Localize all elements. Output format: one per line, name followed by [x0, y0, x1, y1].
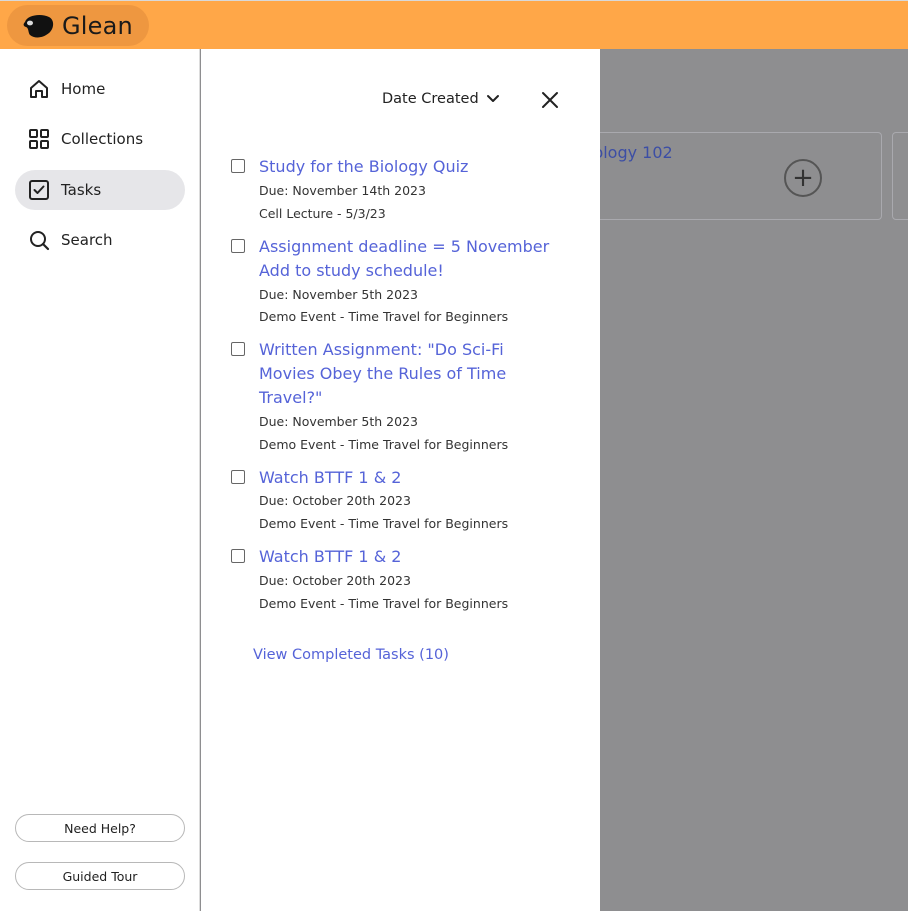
- brand-name: Glean: [62, 11, 133, 40]
- task-checkbox[interactable]: [231, 549, 245, 563]
- checkbox-icon: [29, 180, 49, 200]
- grid-icon: [29, 129, 49, 149]
- glean-blob-icon: [23, 14, 54, 37]
- sidebar-item-label: Home: [61, 80, 106, 98]
- add-icon[interactable]: +: [784, 159, 822, 197]
- guided-tour-button[interactable]: Guided Tour: [15, 862, 185, 890]
- chevron-down-icon: [486, 95, 499, 102]
- sidebar-item-collections[interactable]: Collections: [15, 119, 185, 159]
- collection-card[interactable]: iology 102 +: [556, 132, 882, 220]
- task-source: Demo Event - Time Travel for Beginners: [259, 516, 509, 531]
- task-source: Demo Event - Time Travel for Beginners: [259, 309, 509, 324]
- view-completed-tasks-link[interactable]: View Completed Tasks (10): [253, 647, 449, 663]
- top-bar: Glean: [0, 0, 908, 49]
- task-title[interactable]: Study for the Biology Quiz: [259, 155, 559, 179]
- collection-card-partial[interactable]: [892, 132, 908, 220]
- task-checkbox[interactable]: [231, 342, 245, 356]
- need-help-button[interactable]: Need Help?: [15, 814, 185, 842]
- task-title[interactable]: Assignment deadline = 5 November Add to …: [259, 235, 559, 283]
- task-source: Demo Event - Time Travel for Beginners: [259, 437, 509, 452]
- task-due-date: Due: November 5th 2023: [259, 287, 418, 302]
- task-due-date: Due: October 20th 2023: [259, 493, 411, 508]
- sidebar-item-home[interactable]: Home: [15, 69, 185, 109]
- task-title[interactable]: Written Assignment: "Do Sci-Fi Movies Ob…: [259, 338, 534, 410]
- sidebar-item-label: Search: [61, 231, 113, 249]
- task-checkbox[interactable]: [231, 470, 245, 484]
- glean-logo[interactable]: Glean: [7, 5, 149, 46]
- sidebar-item-label: Tasks: [61, 181, 102, 199]
- task-title[interactable]: Watch BTTF 1 & 2: [259, 466, 559, 490]
- search-icon: [30, 231, 50, 251]
- sidebar: Home Collections Tasks Search Need Help?…: [0, 49, 200, 911]
- sort-dropdown[interactable]: Date Created: [382, 91, 500, 107]
- tasks-panel: Date Created Study for the Biology Quiz …: [201, 49, 600, 911]
- task-title[interactable]: Watch BTTF 1 & 2: [259, 545, 559, 569]
- sidebar-item-tasks[interactable]: Tasks: [15, 170, 185, 210]
- task-due-date: Due: November 5th 2023: [259, 414, 418, 429]
- sidebar-item-label: Collections: [61, 130, 144, 148]
- sort-label: Date Created: [382, 91, 479, 107]
- home-icon: [30, 80, 48, 98]
- task-checkbox[interactable]: [231, 159, 245, 173]
- task-due-date: Due: November 14th 2023: [259, 183, 426, 198]
- task-source: Cell Lecture - 5/3/23: [259, 206, 386, 221]
- close-icon[interactable]: [539, 89, 561, 111]
- task-source: Demo Event - Time Travel for Beginners: [259, 596, 509, 611]
- task-due-date: Due: October 20th 2023: [259, 573, 411, 588]
- collection-card-title: iology 102: [589, 143, 673, 162]
- sidebar-item-search[interactable]: Search: [15, 220, 185, 260]
- task-checkbox[interactable]: [231, 239, 245, 253]
